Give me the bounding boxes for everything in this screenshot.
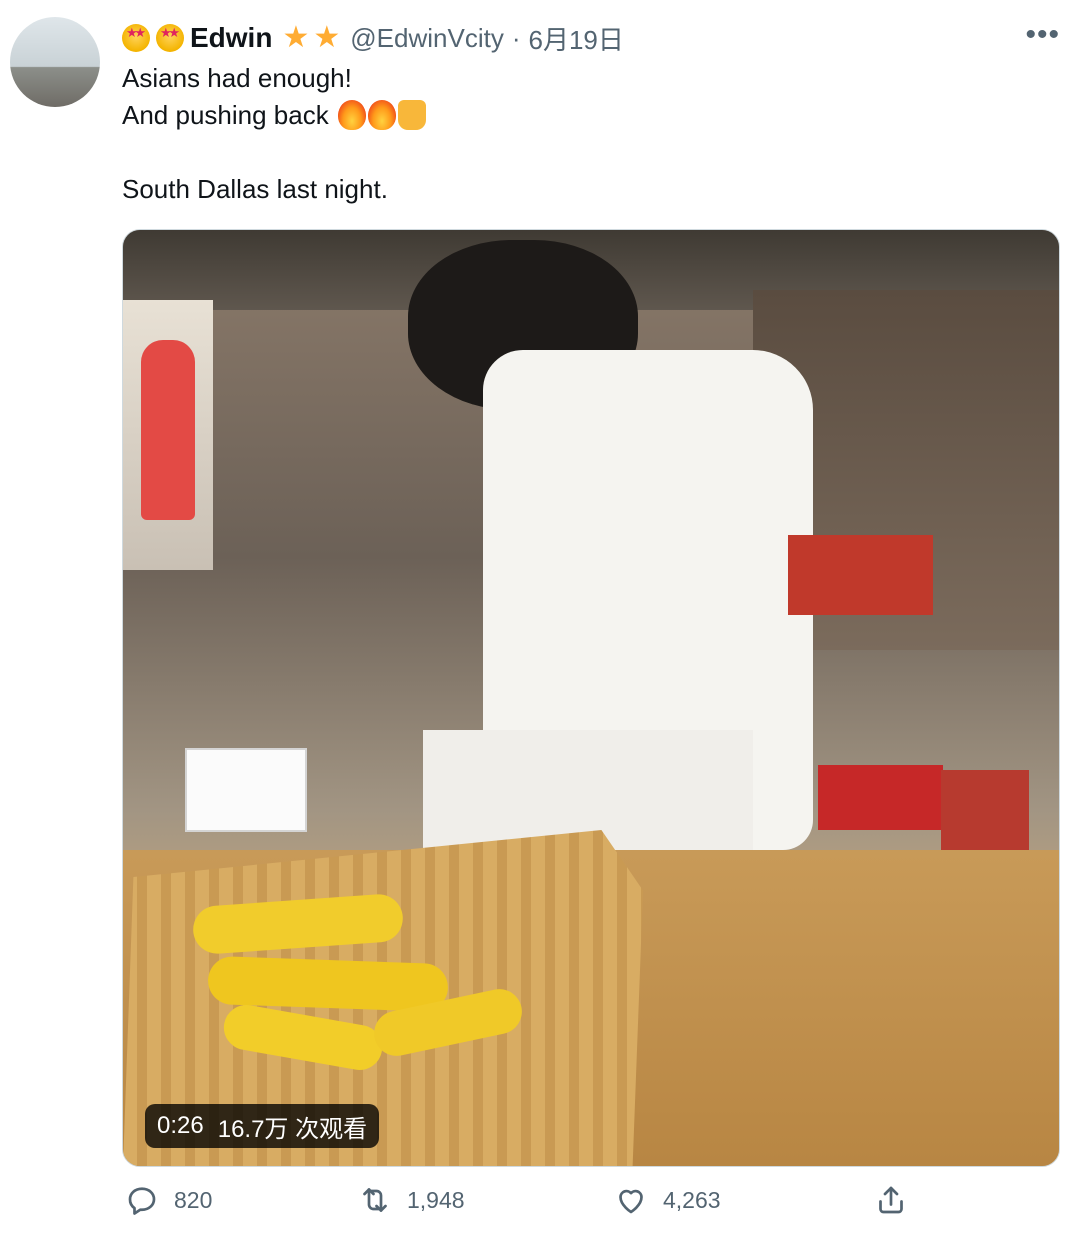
tweet-actions: 820 1,948 4,263	[124, 1182, 915, 1232]
video-duration: 0:26	[157, 1112, 204, 1139]
reply-icon	[128, 1187, 156, 1215]
fire-emoji-icon	[367, 100, 396, 130]
retweet-count: 1,948	[407, 1186, 465, 1213]
video-scene-tylenol-display	[818, 765, 943, 830]
more-options-icon[interactable]: •••	[1025, 18, 1060, 52]
reply-count: 820	[174, 1186, 213, 1213]
tweet-line-1: Asians had enough!	[122, 63, 352, 93]
tweet-date[interactable]: 6月19日	[529, 20, 624, 57]
like-count: 4,263	[663, 1186, 721, 1213]
video-scene-black-mild-box	[941, 770, 1029, 852]
reply-button[interactable]: 820	[124, 1182, 212, 1218]
star-struck-emoji-icon	[122, 24, 150, 52]
separator-dot: ·	[511, 22, 521, 53]
video-scene-nyquil-box	[185, 748, 307, 832]
video-thumbnail[interactable]: 0:26 16.7万 次观看	[122, 229, 1060, 1167]
display-name[interactable]: Edwin	[190, 22, 272, 54]
fire-emoji-icon	[337, 100, 366, 130]
video-scene-banana	[207, 955, 449, 1013]
tweet-line-2: And pushing back	[122, 97, 1050, 134]
avatar[interactable]	[10, 17, 100, 107]
like-icon	[619, 1189, 643, 1214]
tweet-text: Asians had enough! And pushing back Sout…	[122, 60, 1050, 208]
tweet-line-3: South Dallas last night.	[122, 174, 388, 204]
tweet-header: Edwin ★ ★ @EdwinVcity · 6月19日 •••	[122, 18, 1060, 58]
share-icon	[879, 1186, 903, 1214]
share-button[interactable]	[873, 1182, 909, 1218]
video-info-badge: 0:26 16.7万 次观看	[145, 1104, 380, 1148]
tweet-line-2-text: And pushing back	[122, 100, 329, 130]
oncoming-fist-emoji-icon	[397, 100, 426, 130]
user-handle[interactable]: @EdwinVcity	[350, 23, 504, 54]
star-struck-emoji-icon	[156, 24, 184, 52]
like-button[interactable]: 4,263	[613, 1182, 721, 1218]
retweet-icon	[363, 1188, 387, 1212]
glowing-star-icon: ★	[282, 21, 310, 54]
glowing-star-icon: ★	[313, 21, 341, 54]
retweet-button[interactable]: 1,948	[357, 1182, 465, 1218]
video-scene-red-comb	[141, 340, 195, 520]
video-view-count: 16.7万 次观看	[217, 1115, 368, 1143]
video-scene-tylenol-box	[788, 535, 933, 615]
